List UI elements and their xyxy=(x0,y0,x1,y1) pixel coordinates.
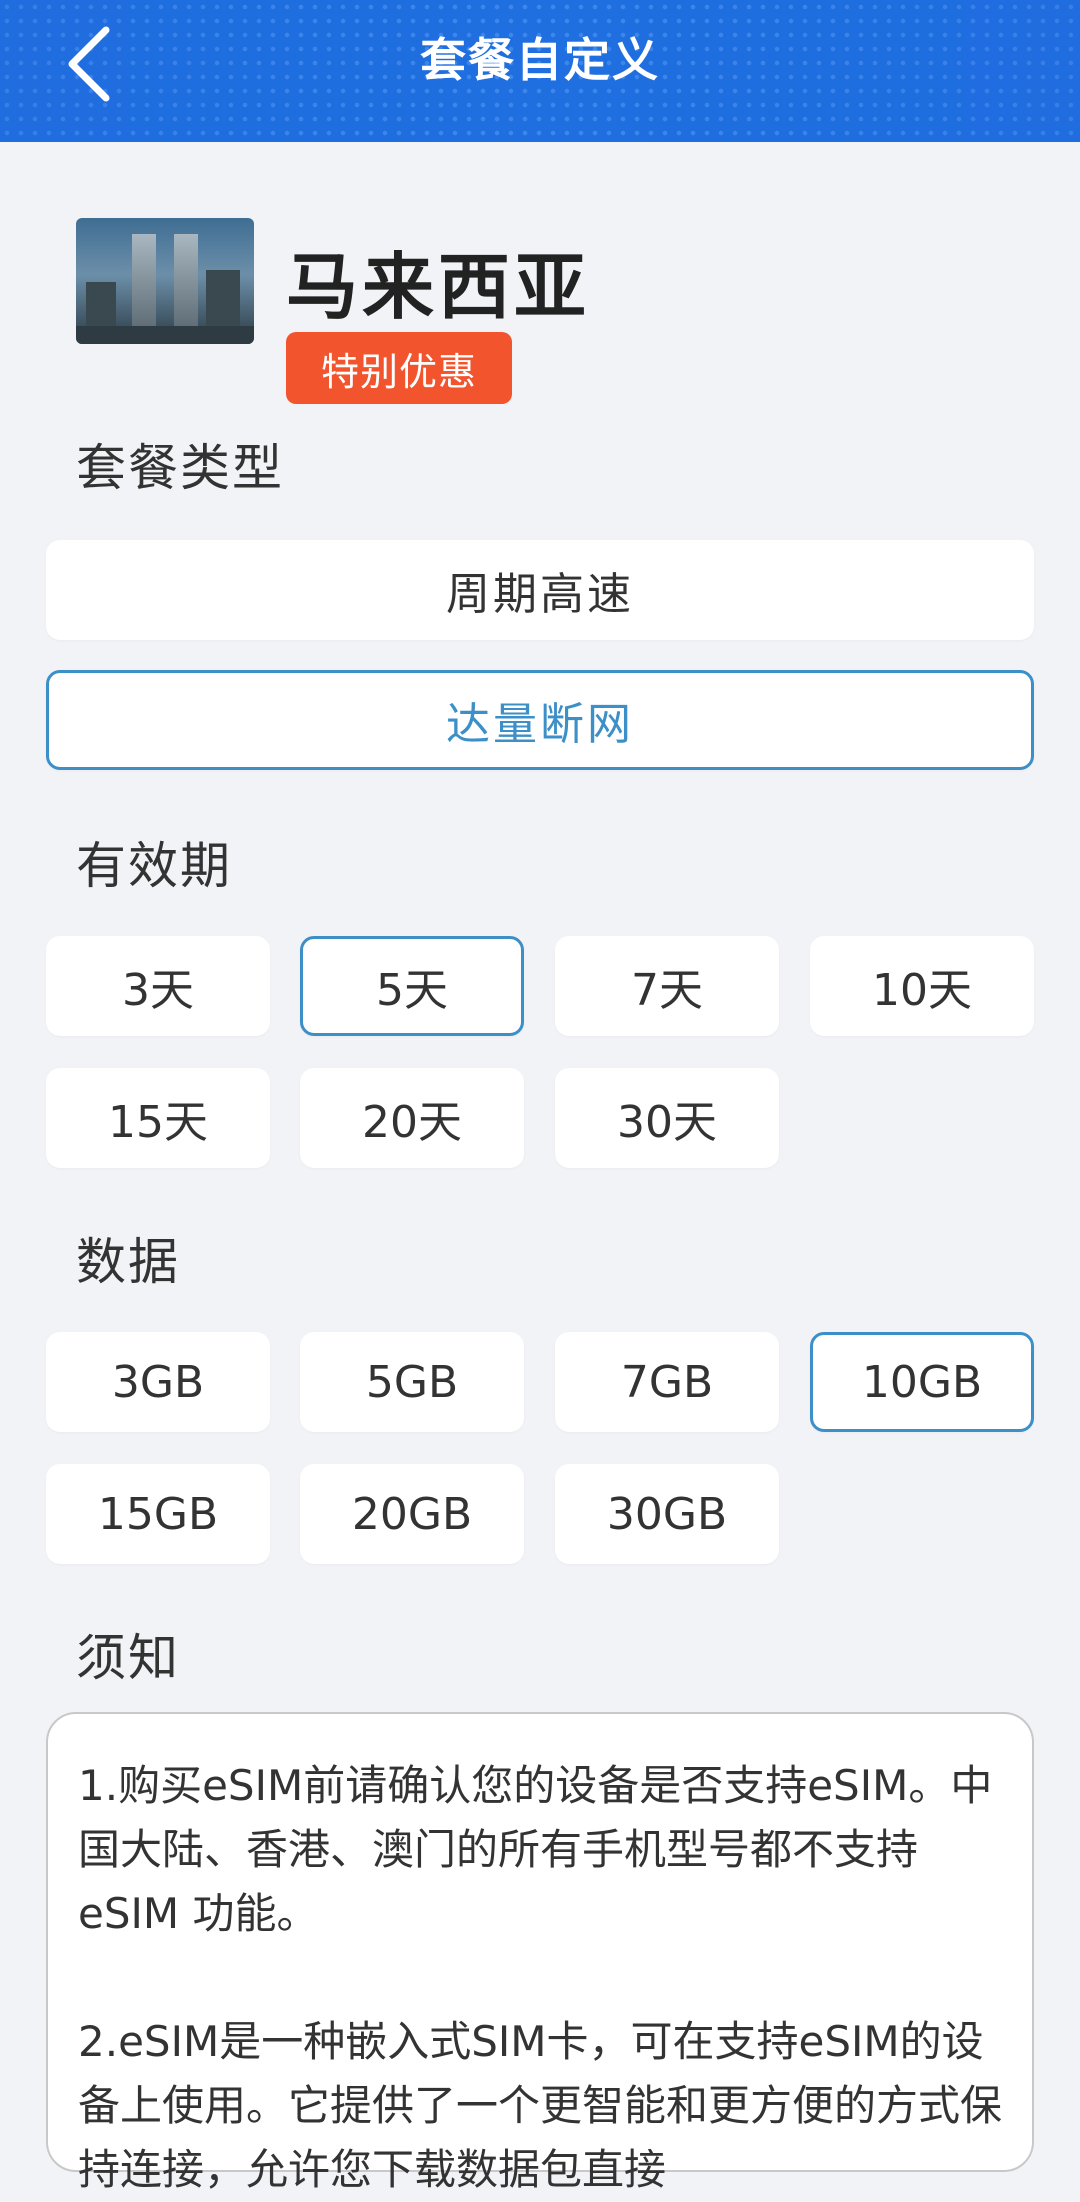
validity-option[interactable]: 30天 xyxy=(555,1068,779,1168)
validity-option[interactable]: 20天 xyxy=(300,1068,524,1168)
validity-option[interactable]: 5天 xyxy=(300,936,524,1036)
data-option[interactable]: 10GB xyxy=(810,1332,1034,1432)
data-option[interactable]: 15GB xyxy=(46,1464,270,1564)
data-option[interactable]: 30GB xyxy=(555,1464,779,1564)
promo-badge: 特别优惠 xyxy=(286,332,512,404)
plan-type-title: 套餐类型 xyxy=(76,439,284,497)
notice-box: 1.购买eSIM前请确认您的设备是否支持eSIM。中国大陆、香港、澳门的所有手机… xyxy=(46,1712,1034,2194)
validity-option[interactable]: 3天 xyxy=(46,936,270,1036)
data-option[interactable]: 5GB xyxy=(300,1332,524,1432)
notice-paragraph: 2.eSIM是一种嵌入式SIM卡，可在支持eSIM的设备上使用。它提供了一个更智… xyxy=(78,2017,1003,2194)
notice-title: 须知 xyxy=(76,1629,180,1687)
data-option[interactable]: 7GB xyxy=(555,1332,779,1432)
data-option[interactable]: 3GB xyxy=(46,1332,270,1432)
data-title: 数据 xyxy=(76,1233,180,1291)
top-bar: 套餐自定义 xyxy=(0,0,1080,142)
validity-option[interactable]: 7天 xyxy=(555,936,779,1036)
page-title: 套餐自定义 xyxy=(420,33,660,87)
data-option[interactable]: 20GB xyxy=(300,1464,524,1564)
notice-paragraph: 1.购买eSIM前请确认您的设备是否支持eSIM。中国大陆、香港、澳门的所有手机… xyxy=(78,1761,993,1938)
plan-option-periodic-high-speed[interactable]: 周期高速 xyxy=(46,540,1034,640)
country-name: 马来西亚 xyxy=(286,245,591,329)
validity-option[interactable]: 10天 xyxy=(810,936,1034,1036)
country-image xyxy=(76,218,254,344)
validity-option[interactable]: 15天 xyxy=(46,1068,270,1168)
validity-title: 有效期 xyxy=(76,837,232,895)
plan-option-cutoff-at-limit[interactable]: 达量断网 xyxy=(46,670,1034,770)
